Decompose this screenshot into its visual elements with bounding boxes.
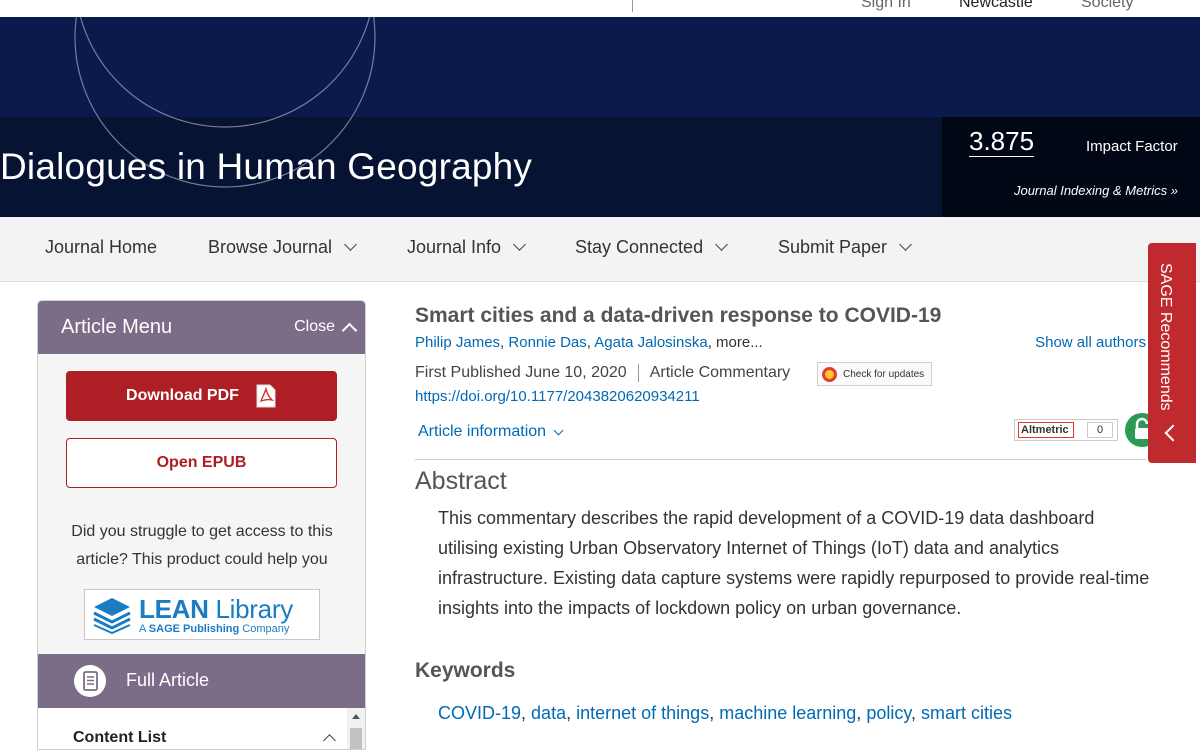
keyword-link[interactable]: COVID-19 [438, 703, 521, 723]
chevron-up-icon [341, 322, 358, 338]
lean-title-library: Library [215, 594, 294, 624]
author-link[interactable]: Philip James [415, 334, 500, 351]
impact-factor-value[interactable]: 3.875 [969, 127, 1035, 157]
chevron-left-icon [1164, 424, 1182, 442]
chevron-up-icon[interactable] [323, 734, 336, 747]
download-pdf-label: Download PDF [126, 387, 239, 404]
keywords-heading: Keywords [415, 659, 516, 682]
article-type: Article Commentary [649, 364, 791, 381]
info-separator [637, 364, 639, 382]
abstract-heading: Abstract [415, 467, 507, 495]
content-list-label: Content List [73, 729, 167, 746]
journal-metrics-link[interactable]: Journal Indexing & Metrics » [1014, 183, 1178, 198]
full-article-button[interactable]: Full Article [38, 654, 365, 708]
scroll-up-arrow-icon[interactable] [352, 714, 360, 719]
altmetric-count: 0 [1087, 422, 1113, 438]
nav-label: Browse Journal [208, 237, 333, 257]
lean-title-bold: LEAN [139, 594, 209, 624]
lean-sub-brand: SAGE Publishing [148, 623, 240, 635]
lean-library-title: LEAN Library [139, 594, 293, 625]
nav-browse-journal[interactable]: Browse Journal [208, 237, 357, 258]
lean-library-logo[interactable]: LEAN Library A SAGE Publishing Company [84, 589, 320, 640]
sage-recommends-tab[interactable]: SAGE Recommends [1148, 243, 1196, 463]
doi-link[interactable]: https://doi.org/10.1177/2043820620934211 [415, 388, 700, 405]
chevron-down-icon [344, 238, 357, 251]
impact-factor-box: 3.875 Impact Factor Journal Indexing & M… [942, 117, 1200, 217]
lean-library-stack-icon [93, 598, 131, 634]
pdf-file-icon [256, 384, 276, 408]
topbar-divider [632, 0, 633, 12]
altmetric-label: Altmetric [1018, 422, 1074, 438]
nav-journal-home[interactable]: Journal Home [45, 237, 157, 258]
keyword-sep: , [566, 703, 577, 723]
open-epub-button[interactable]: Open EPUB [66, 438, 337, 488]
author-link[interactable]: Ronnie Das [508, 334, 586, 351]
keyword-link[interactable]: policy [866, 703, 911, 723]
lean-sub-suffix: Company [239, 623, 290, 635]
keyword-sep: , [709, 703, 720, 723]
chevron-down-icon [513, 238, 526, 251]
keyword-sep: , [856, 703, 867, 723]
keyword-link[interactable]: machine learning [719, 703, 856, 723]
check-for-updates-button[interactable]: Check for updates [817, 362, 932, 386]
keyword-link[interactable]: internet of things [576, 703, 709, 723]
sage-recommends-label: SAGE Recommends [1157, 263, 1174, 411]
more-authors[interactable]: more... [716, 334, 763, 351]
lean-sub-prefix: A [139, 623, 149, 635]
article-menu-header: Article Menu Close [38, 301, 365, 354]
article-info-label: Article information [418, 423, 547, 440]
sidebar-scrollbar[interactable] [347, 708, 365, 749]
keyword-link[interactable]: smart cities [921, 703, 1012, 723]
close-menu-button[interactable]: Close [294, 318, 358, 338]
close-label: Close [294, 318, 335, 335]
full-article-label: Full Article [126, 670, 210, 690]
author-list: Philip James, Ronnie Das, Agata Jalosins… [415, 334, 763, 351]
document-icon [74, 665, 106, 697]
journal-title[interactable]: Dialogues in Human Geography [0, 146, 532, 188]
keyword-sep: , [521, 703, 532, 723]
lean-library-subtitle: A SAGE Publishing Company [139, 623, 289, 635]
article-information-toggle[interactable]: Article information [418, 423, 564, 441]
scroll-thumb[interactable] [350, 728, 362, 749]
access-help-text: Did you struggle to get access to this a… [71, 523, 333, 568]
nav-journal-info[interactable]: Journal Info [407, 237, 526, 258]
nav-stay-connected[interactable]: Stay Connected [575, 237, 728, 258]
nav-label: Journal Home [45, 237, 158, 257]
section-divider [415, 459, 1146, 460]
altmetric-badge[interactable]: Altmetric 0 [1014, 419, 1118, 441]
show-all-authors-link[interactable]: Show all authors [1035, 334, 1146, 351]
nav-submit-paper[interactable]: Submit Paper [778, 237, 912, 258]
top-utility-bar: Sign In Newcastle Society [0, 0, 1200, 17]
chevron-down-icon [899, 238, 912, 251]
sign-in-link[interactable]: Sign In [861, 0, 911, 12]
keyword-sep: , [911, 703, 922, 723]
author-sep: , [707, 334, 717, 351]
chevron-down-icon [715, 238, 728, 251]
article-main: Smart cities and a data-driven response … [415, 300, 1159, 750]
journal-banner: Dialogues in Human Geography 3.875 Impac… [0, 17, 1200, 217]
society-link[interactable]: Society [1081, 0, 1133, 12]
open-epub-label: Open EPUB [156, 454, 247, 471]
nav-label: Submit Paper [778, 237, 888, 257]
author-link[interactable]: Agata Jalosinska [594, 334, 707, 351]
download-pdf-button[interactable]: Download PDF [66, 371, 337, 421]
abstract-text: This commentary describes the rapid deve… [438, 508, 1150, 618]
keyword-link[interactable]: data [531, 703, 566, 723]
check-updates-label: Check for updates [843, 368, 925, 380]
journal-nav: Journal Home Browse Journal Journal Info… [0, 217, 1200, 282]
crossmark-icon [822, 366, 837, 382]
publication-info: First Published June 10, 2020 Article Co… [415, 364, 790, 382]
institution-link[interactable]: Newcastle [959, 0, 1033, 12]
nav-label: Stay Connected [575, 237, 704, 257]
keyword-list: COVID-19, data, internet of things, mach… [438, 703, 1012, 724]
first-published: First Published June 10, 2020 [415, 364, 627, 381]
article-title: Smart cities and a data-driven response … [415, 304, 942, 327]
chevron-down-icon [553, 425, 564, 435]
article-menu-panel: Article Menu Close Download PDF Open EPU… [37, 300, 366, 750]
content-list-section[interactable]: Content List [38, 708, 365, 749]
article-menu-title: Article Menu [61, 316, 173, 338]
nav-label: Journal Info [407, 237, 502, 257]
impact-factor-label: Impact Factor [1086, 138, 1178, 155]
